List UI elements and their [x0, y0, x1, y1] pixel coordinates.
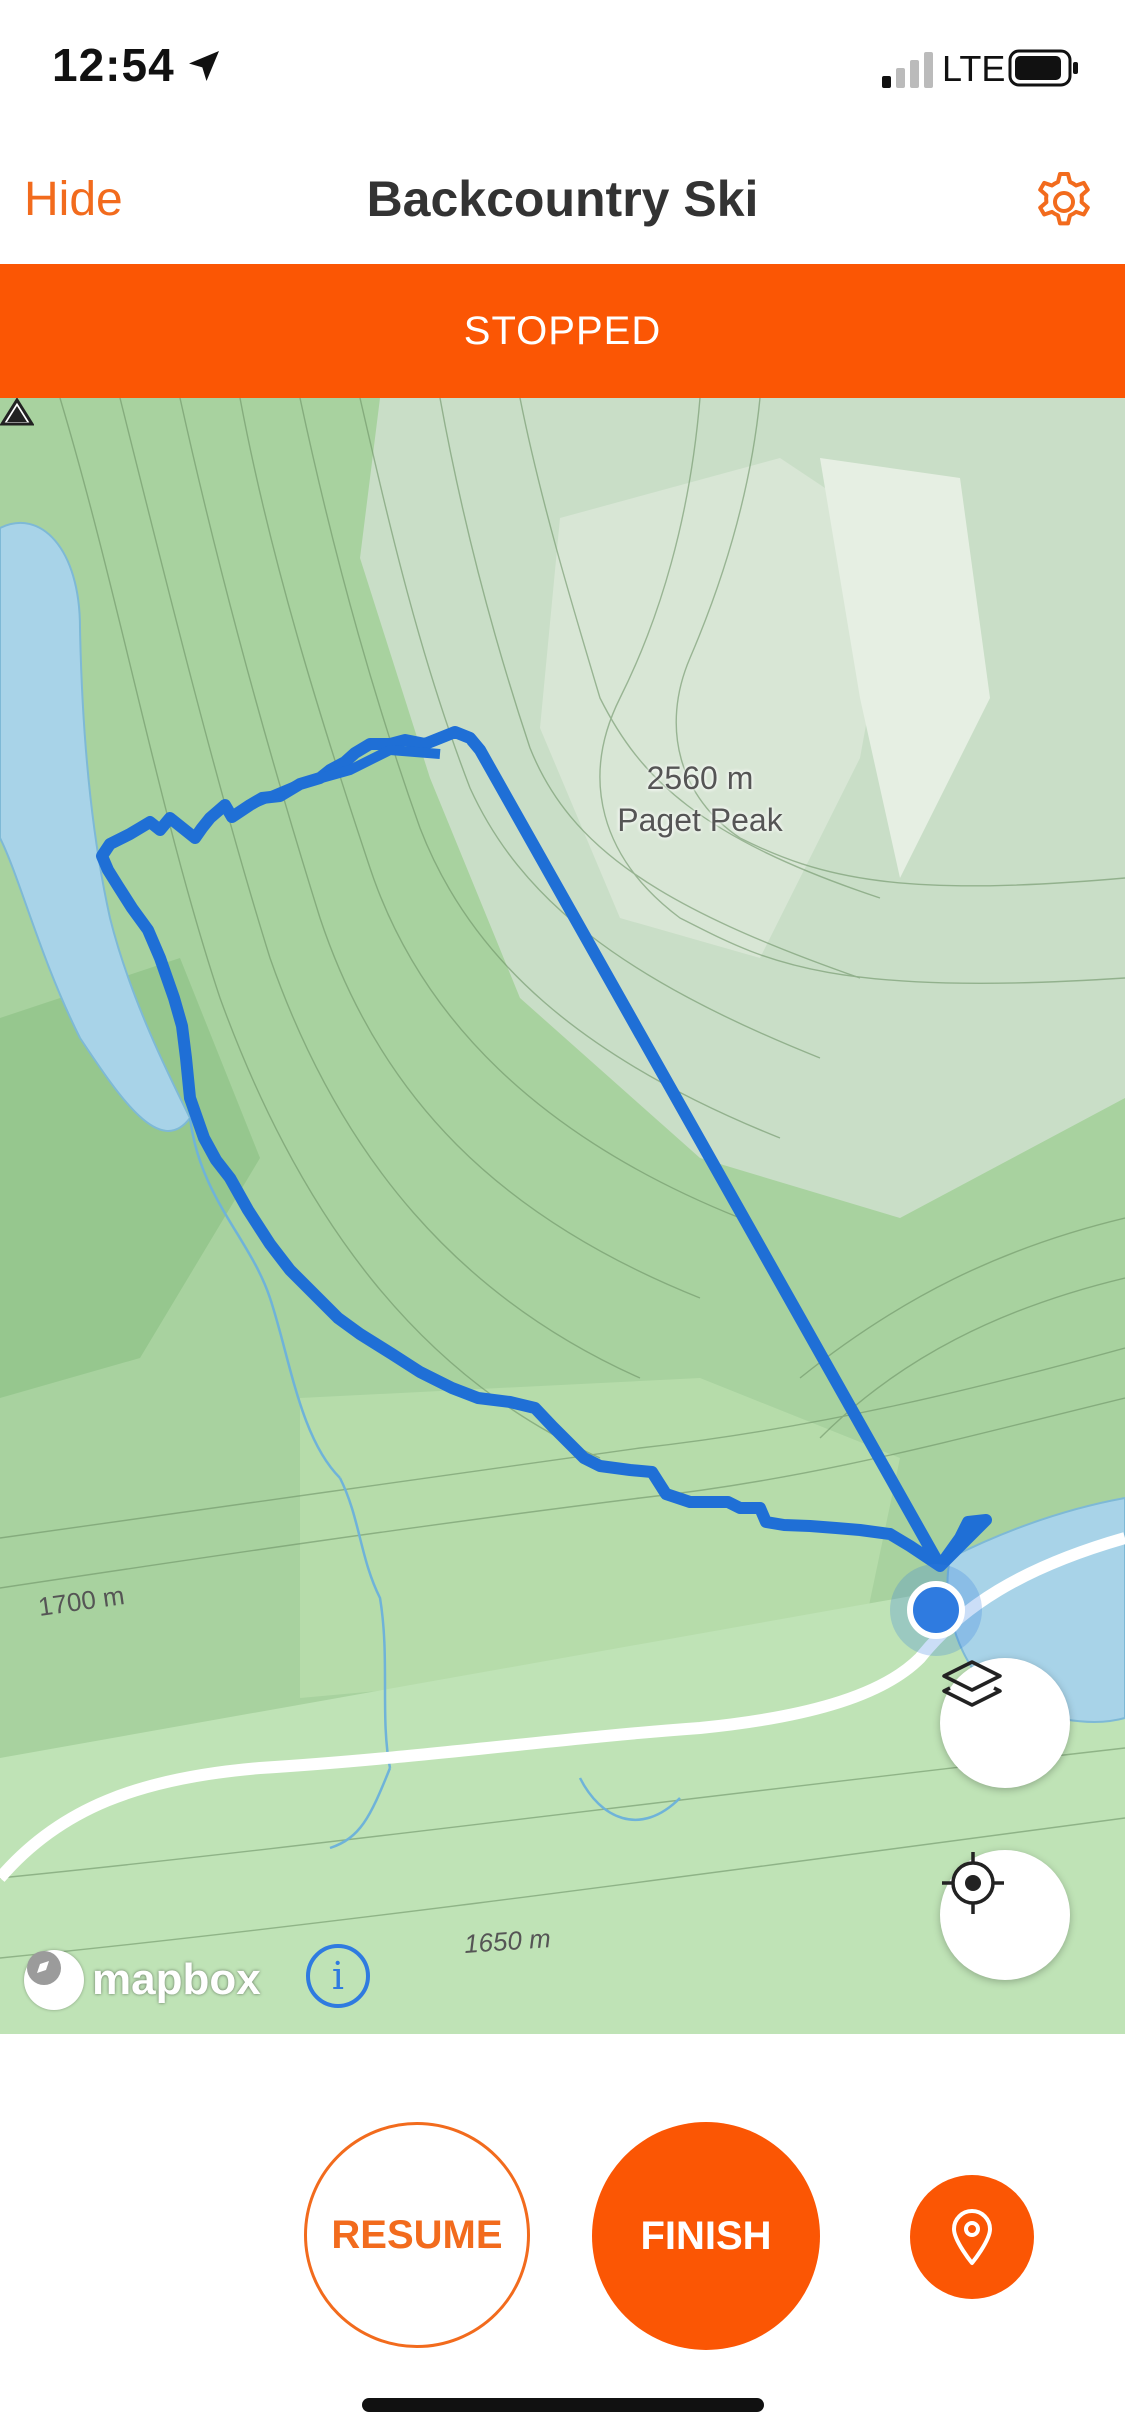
- map-view[interactable]: 2560 m Paget Peak 1700 m 1650 m mapbox i: [0, 398, 1125, 2034]
- layers-button[interactable]: [940, 1658, 1070, 1788]
- home-indicator[interactable]: [362, 2398, 764, 2412]
- mapbox-attribution: mapbox: [92, 1955, 261, 2004]
- action-bar: RESUME FINISH: [0, 2034, 1125, 2436]
- network-type: LTE: [942, 48, 1006, 89]
- status-banner: STOPPED: [0, 264, 1125, 398]
- contour-label: 1650 m: [463, 1923, 552, 1959]
- map-canvas: [0, 398, 1125, 2034]
- gear-icon[interactable]: [1032, 170, 1096, 234]
- locate-icon: [942, 1852, 1004, 1914]
- peak-name-label: Paget Peak: [617, 802, 783, 838]
- activity-title: Backcountry Ski: [366, 171, 759, 227]
- battery-icon: [1008, 49, 1078, 87]
- status-time: 12:54: [52, 39, 175, 91]
- locate-button[interactable]: [940, 1850, 1070, 1980]
- mapbox-logo-icon: [24, 1950, 84, 2010]
- status-bar: 12:54 LTE: [0, 0, 1125, 140]
- map-pin-icon: [952, 2209, 992, 2265]
- mountain-peak-icon: [0, 398, 34, 426]
- layers-icon: [942, 1660, 1002, 1707]
- peak-elevation-label: 2560 m: [646, 760, 754, 796]
- cellular-signal-icon: [882, 52, 933, 88]
- resume-button[interactable]: RESUME: [304, 2122, 530, 2348]
- app-header: Hide Backcountry Ski: [0, 140, 1125, 264]
- status-text: STOPPED: [463, 308, 662, 353]
- location-arrow-icon: [189, 51, 219, 81]
- finish-button[interactable]: FINISH: [592, 2122, 820, 2350]
- mapbox-logo: mapbox: [24, 1948, 261, 2012]
- info-icon[interactable]: i: [306, 1944, 370, 2008]
- current-location-dot: [907, 1581, 965, 1639]
- add-waypoint-button[interactable]: [910, 2175, 1034, 2299]
